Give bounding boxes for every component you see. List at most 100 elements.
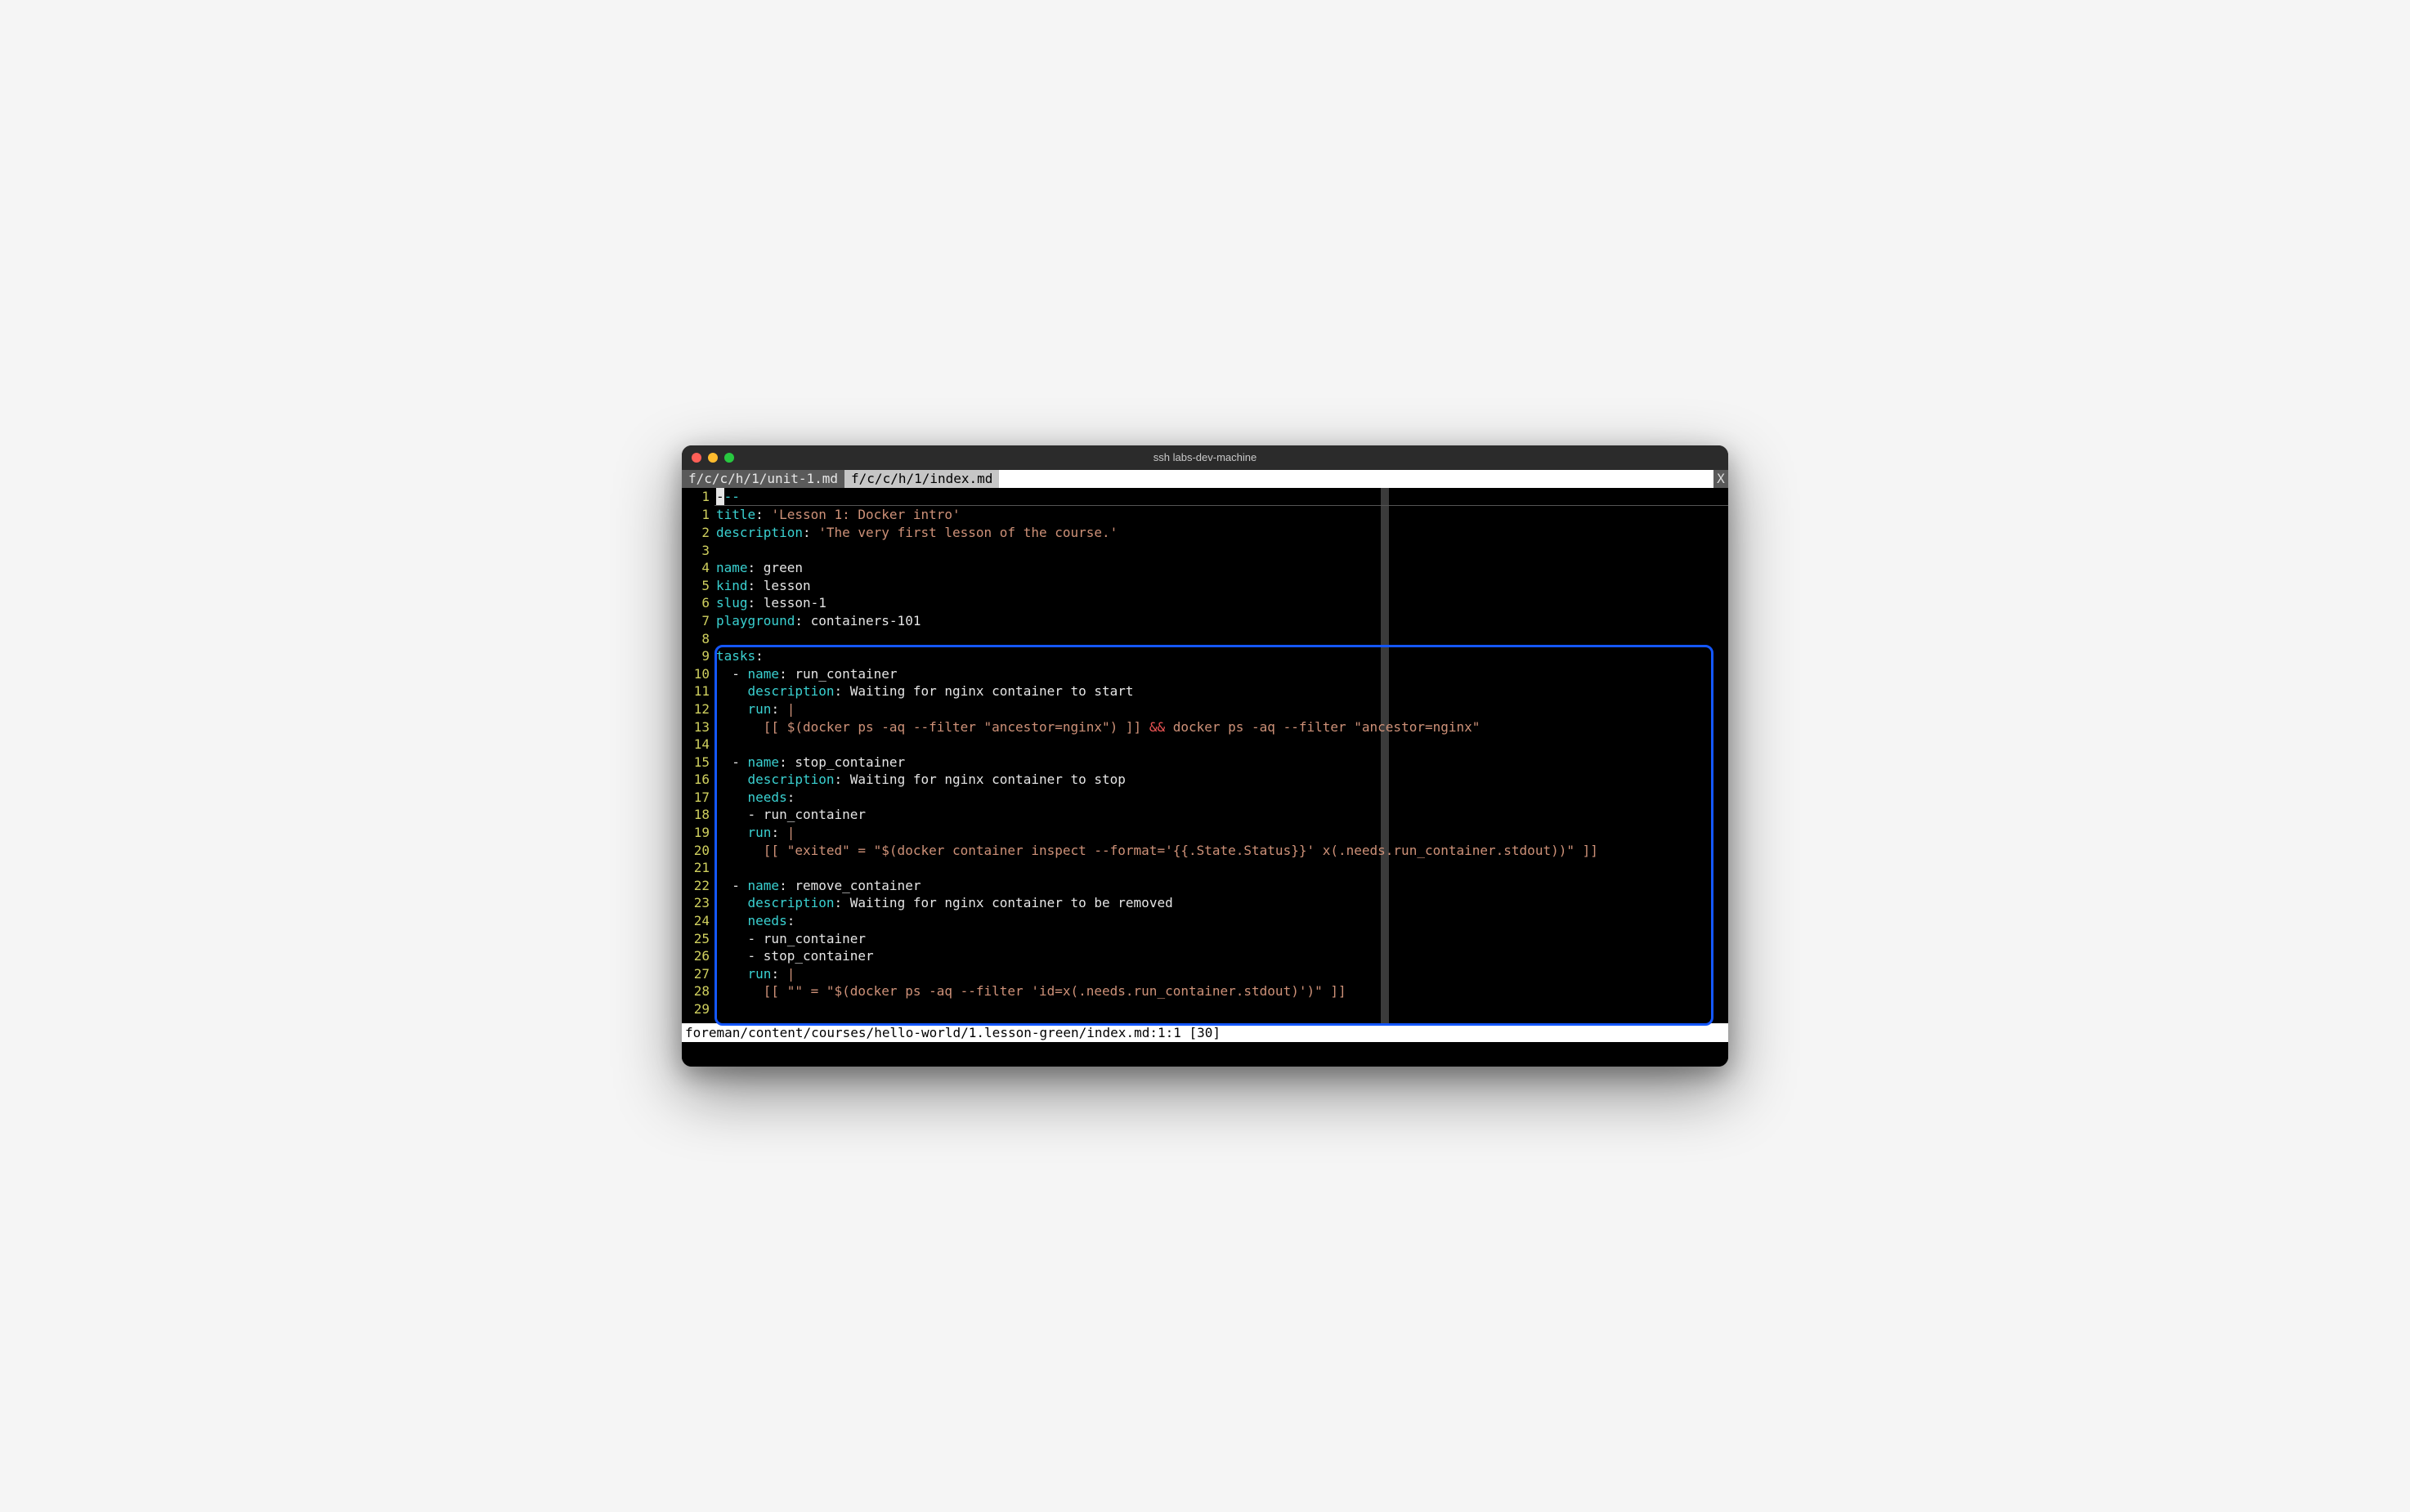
gutter-number: 20 — [682, 842, 714, 860]
gutter-number: 3 — [682, 542, 714, 560]
code-text — [714, 859, 1728, 877]
code-text: playground: containers-101 — [714, 612, 1728, 630]
code-line[interactable]: 8 — [682, 630, 1728, 648]
code-line[interactable]: 21 — [682, 859, 1728, 877]
code-line[interactable]: 1--- — [682, 488, 1728, 507]
code-line[interactable]: 10 - name: run_container — [682, 665, 1728, 683]
code-text: [[ $(docker ps -aq --filter "ancestor=ng… — [714, 718, 1728, 736]
gutter-number: 24 — [682, 912, 714, 930]
gutter-number: 29 — [682, 1000, 714, 1018]
editor-tab[interactable]: f/c/c/h/1/index.md — [844, 470, 999, 488]
gutter-number: 8 — [682, 630, 714, 648]
code-text — [714, 1000, 1728, 1018]
code-line[interactable]: 6slug: lesson-1 — [682, 594, 1728, 612]
code-line[interactable]: 28 [[ "" = "$(docker ps -aq --filter 'id… — [682, 982, 1728, 1000]
code-line[interactable]: 29 — [682, 1000, 1728, 1018]
code-line[interactable]: 11 description: Waiting for nginx contai… — [682, 682, 1728, 700]
code-text: - stop_container — [714, 947, 1728, 965]
code-line[interactable]: 14 — [682, 736, 1728, 754]
gutter-number: 1 — [682, 506, 714, 524]
code-text: run: | — [714, 700, 1728, 718]
code-text — [714, 736, 1728, 754]
gutter-number: 28 — [682, 982, 714, 1000]
gutter-number: 12 — [682, 700, 714, 718]
traffic-lights — [692, 453, 734, 463]
code-line[interactable]: 9tasks: — [682, 647, 1728, 665]
code-text: title: 'Lesson 1: Docker intro' — [714, 506, 1728, 524]
gutter-number: 22 — [682, 877, 714, 895]
gutter-number: 15 — [682, 754, 714, 772]
code-text: - name: run_container — [714, 665, 1728, 683]
code-text: kind: lesson — [714, 577, 1728, 595]
gutter-number: 4 — [682, 559, 714, 577]
gutter-number: 6 — [682, 594, 714, 612]
tab-bar: f/c/c/h/1/unit-1.md f/c/c/h/1/index.md X — [682, 470, 1728, 488]
bottom-padding — [682, 1042, 1728, 1067]
code-line[interactable]: 3 — [682, 542, 1728, 560]
gutter-number: 26 — [682, 947, 714, 965]
code-line[interactable]: 27 run: | — [682, 965, 1728, 983]
code-line[interactable]: 22 - name: remove_container — [682, 877, 1728, 895]
gutter-number: 9 — [682, 647, 714, 665]
cursor: - — [716, 488, 724, 506]
code-line[interactable]: 5kind: lesson — [682, 577, 1728, 595]
code-line[interactable]: 17 needs: — [682, 789, 1728, 807]
code-text: run: | — [714, 824, 1728, 842]
code-line[interactable]: 19 run: | — [682, 824, 1728, 842]
code-text: - name: stop_container — [714, 754, 1728, 772]
code-text: - name: remove_container — [714, 877, 1728, 895]
code-text: description: 'The very first lesson of t… — [714, 524, 1728, 542]
editor-tab[interactable]: f/c/c/h/1/unit-1.md — [682, 470, 844, 488]
code-text: description: Waiting for nginx container… — [714, 894, 1728, 912]
gutter-number: 14 — [682, 736, 714, 754]
code-text: slug: lesson-1 — [714, 594, 1728, 612]
code-line[interactable]: 24 needs: — [682, 912, 1728, 930]
gutter-number: 23 — [682, 894, 714, 912]
window-title: ssh labs-dev-machine — [682, 450, 1728, 465]
code-line[interactable]: 1title: 'Lesson 1: Docker intro' — [682, 506, 1728, 524]
code-text: needs: — [714, 789, 1728, 807]
gutter-number: 13 — [682, 718, 714, 736]
gutter-number: 18 — [682, 806, 714, 824]
gutter-number: 1 — [682, 488, 714, 507]
code-line[interactable]: 15 - name: stop_container — [682, 754, 1728, 772]
titlebar[interactable]: ssh labs-dev-machine — [682, 445, 1728, 470]
code-text: tasks: — [714, 647, 1728, 665]
code-line[interactable]: 16 description: Waiting for nginx contai… — [682, 771, 1728, 789]
close-icon[interactable] — [692, 453, 701, 463]
code-line[interactable]: 12 run: | — [682, 700, 1728, 718]
gutter-number: 21 — [682, 859, 714, 877]
code-text — [714, 542, 1728, 560]
gutter-number: 25 — [682, 930, 714, 948]
terminal-window: ssh labs-dev-machine f/c/c/h/1/unit-1.md… — [682, 445, 1728, 1067]
gutter-number: 11 — [682, 682, 714, 700]
code-line[interactable]: 2description: 'The very first lesson of … — [682, 524, 1728, 542]
editor-viewport[interactable]: 1---1title: 'Lesson 1: Docker intro'2des… — [682, 488, 1728, 1023]
status-bar: foreman/content/courses/hello-world/1.le… — [682, 1023, 1728, 1043]
gutter-number: 19 — [682, 824, 714, 842]
gutter-number: 7 — [682, 612, 714, 630]
code-line[interactable]: 20 [[ "exited" = "$(docker container ins… — [682, 842, 1728, 860]
code-line[interactable]: 18 - run_container — [682, 806, 1728, 824]
command-bar[interactable] — [999, 470, 1713, 488]
code-text: run: | — [714, 965, 1728, 983]
code-line[interactable]: 7playground: containers-101 — [682, 612, 1728, 630]
code-text: - run_container — [714, 806, 1728, 824]
code-text: description: Waiting for nginx container… — [714, 771, 1728, 789]
code-text — [714, 630, 1728, 648]
code-text: description: Waiting for nginx container… — [714, 682, 1728, 700]
gutter-number: 10 — [682, 665, 714, 683]
code-line[interactable]: 23 description: Waiting for nginx contai… — [682, 894, 1728, 912]
code-line[interactable]: 25 - run_container — [682, 930, 1728, 948]
code-line[interactable]: 4name: green — [682, 559, 1728, 577]
close-icon[interactable]: X — [1713, 470, 1728, 488]
code-text: --- — [714, 488, 1728, 507]
minimize-icon[interactable] — [708, 453, 718, 463]
code-text: name: green — [714, 559, 1728, 577]
maximize-icon[interactable] — [724, 453, 734, 463]
gutter-number: 16 — [682, 771, 714, 789]
code-text: [[ "" = "$(docker ps -aq --filter 'id=x(… — [714, 982, 1728, 1000]
code-text: - run_container — [714, 930, 1728, 948]
code-line[interactable]: 13 [[ $(docker ps -aq --filter "ancestor… — [682, 718, 1728, 736]
code-line[interactable]: 26 - stop_container — [682, 947, 1728, 965]
